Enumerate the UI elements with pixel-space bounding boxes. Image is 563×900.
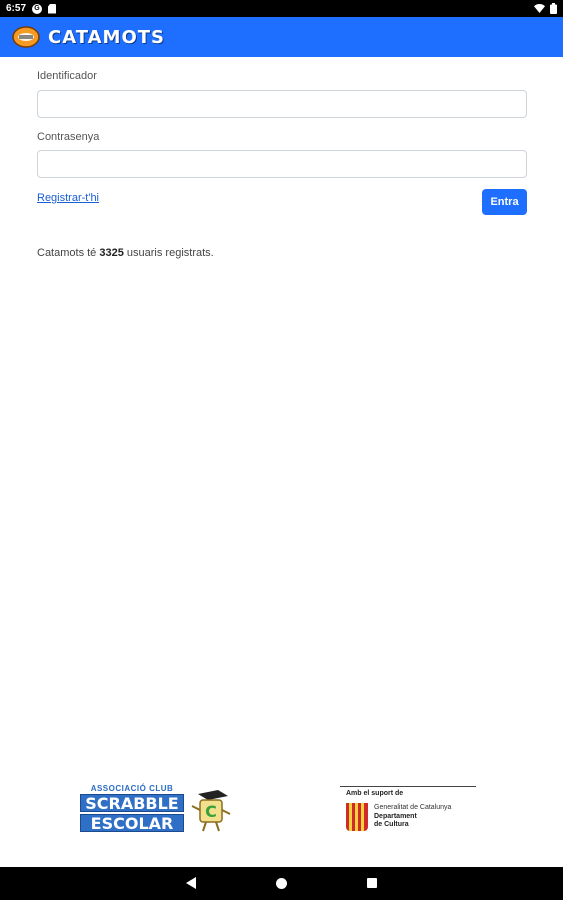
navigation-bar [0,867,563,900]
user-count-suffix: usuaris registrats. [123,247,214,259]
department-line-2: de Cultura [374,821,409,828]
app-title: CATAMOTS [48,26,166,48]
google-icon: G [32,3,43,14]
user-count-text: Catamots té 3325 usuaris registrats. [37,247,214,259]
gov-name: Generalitat de Catalunya [374,804,452,811]
sd-card-icon [48,3,57,14]
scrabble-escolar-logo: ASSOCIACIÓ CLUB SCRABBLE ESCOLAR C [78,784,238,836]
generalitat-logo: Amb el suport de Generalitat de Cataluny… [340,786,478,836]
home-icon[interactable] [276,878,287,889]
department-name: Departament de Cultura [374,813,417,829]
login-button[interactable]: Entra [482,189,527,215]
status-time: 6:57 [6,3,27,14]
wifi-icon [534,4,545,13]
battery-icon [550,3,557,14]
user-count-prefix: Catamots té [37,247,100,259]
password-label: Contrasenya [37,131,100,143]
support-text: Amb el suport de [346,790,404,797]
mascot-icon: C [191,790,231,832]
back-icon[interactable] [186,877,196,889]
password-input[interactable] [37,150,527,178]
scrabble-subtitle: ASSOCIACIÓ CLUB [90,784,174,793]
app-logo-icon [12,26,40,48]
user-count-value: 3325 [99,247,124,259]
username-input[interactable] [37,90,527,118]
svg-text:C: C [205,802,217,821]
app-bar: CATAMOTS [0,17,563,57]
department-line-1: Departament [374,813,417,820]
scrabble-word-2: ESCOLAR [80,814,184,833]
register-link[interactable]: Registrar-t'hi [37,192,99,204]
username-label: Identificador [37,70,97,82]
recents-icon[interactable] [367,878,377,888]
scrabble-word-1: SCRABBLE [80,794,184,813]
catalonia-flag-icon [346,803,368,831]
status-bar: 6:57 G [0,0,563,17]
divider [340,786,476,787]
